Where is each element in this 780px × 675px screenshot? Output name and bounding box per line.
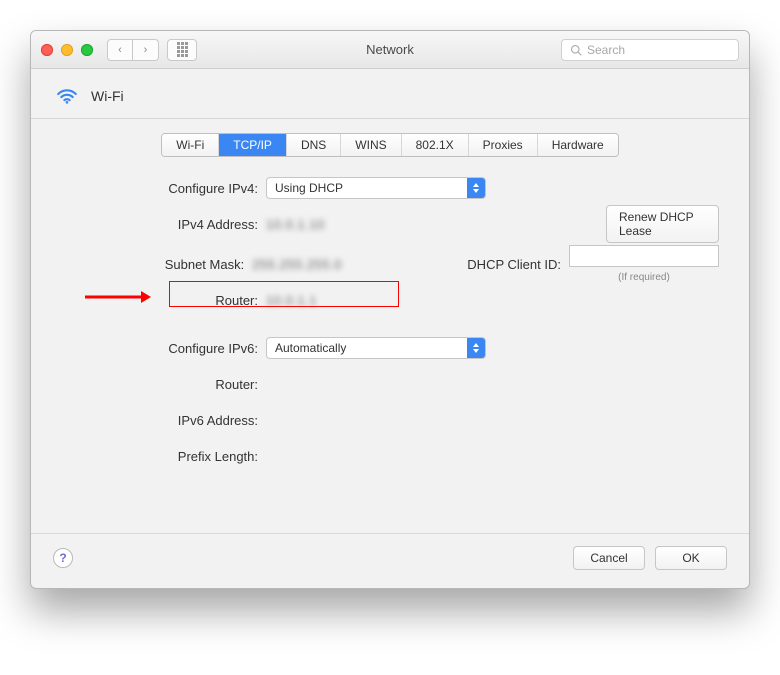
zoom-window-button[interactable] — [81, 44, 93, 56]
ipv4-address-label: IPv4 Address: — [61, 217, 266, 232]
prefix-length-label: Prefix Length: — [61, 449, 266, 464]
tab-tcpip[interactable]: TCP/IP — [219, 134, 287, 156]
search-input[interactable]: Search — [561, 39, 739, 61]
router-ipv4-value: 10.0.1.1 — [266, 293, 317, 308]
renew-dhcp-lease-button[interactable]: Renew DHCP Lease — [606, 205, 719, 243]
subnet-mask-label: Subnet Mask: — [61, 257, 252, 272]
nav-buttons: ‹ › — [107, 39, 159, 61]
search-icon — [570, 44, 582, 56]
dhcp-client-id-input[interactable] — [569, 245, 719, 267]
configure-ipv4-value: Using DHCP — [275, 181, 343, 195]
search-placeholder: Search — [587, 43, 625, 57]
tab-wins[interactable]: WINS — [341, 134, 401, 156]
minimize-window-button[interactable] — [61, 44, 73, 56]
help-button[interactable]: ? — [53, 548, 73, 568]
ipv6-section: Configure IPv6: Automatically Router: IP… — [61, 333, 719, 471]
network-prefs-window: ‹ › Network Search — [30, 30, 750, 589]
ipv4-address-value: 10.0.1.10 — [266, 217, 325, 232]
traffic-lights — [41, 44, 93, 56]
ok-button[interactable]: OK — [655, 546, 727, 570]
select-stepper-icon — [467, 338, 485, 358]
dhcp-client-id-label: DHCP Client ID: — [466, 257, 569, 272]
configure-ipv6-value: Automatically — [275, 341, 346, 355]
tab-proxies[interactable]: Proxies — [469, 134, 538, 156]
tab-dns[interactable]: DNS — [287, 134, 341, 156]
wifi-icon — [53, 83, 81, 108]
show-all-button[interactable] — [167, 39, 197, 61]
configure-ipv4-select[interactable]: Using DHCP — [266, 177, 486, 199]
ipv6-address-label: IPv6 Address: — [61, 413, 266, 428]
select-stepper-icon — [467, 178, 485, 198]
close-window-button[interactable] — [41, 44, 53, 56]
form-area: Configure IPv4: Using DHCP IPv4 Address:… — [31, 173, 749, 533]
tabs: Wi-Fi TCP/IP DNS WINS 802.1X Proxies Har… — [31, 133, 749, 157]
forward-button[interactable]: › — [133, 39, 159, 61]
router-ipv6-label: Router: — [61, 377, 266, 392]
tab-wifi[interactable]: Wi-Fi — [162, 134, 219, 156]
configure-ipv6-select[interactable]: Automatically — [266, 337, 486, 359]
titlebar: ‹ › Network Search — [31, 31, 749, 69]
configure-ipv4-label: Configure IPv4: — [61, 181, 266, 196]
footer: ? Cancel OK — [31, 533, 749, 588]
ipv4-section: Configure IPv4: Using DHCP IPv4 Address:… — [61, 173, 719, 315]
if-required-note: (If required) — [569, 272, 719, 283]
grid-icon — [177, 42, 188, 57]
cancel-button[interactable]: Cancel — [573, 546, 645, 570]
tab-hardware[interactable]: Hardware — [538, 134, 618, 156]
divider — [31, 118, 749, 119]
back-button[interactable]: ‹ — [107, 39, 133, 61]
subnet-mask-value: 255.255.255.0 — [252, 257, 342, 272]
connection-name: Wi-Fi — [91, 88, 124, 104]
configure-ipv6-label: Configure IPv6: — [61, 341, 266, 356]
connection-header: Wi-Fi — [31, 69, 749, 118]
tab-8021x[interactable]: 802.1X — [402, 134, 469, 156]
callout-arrow-icon — [85, 289, 151, 308]
